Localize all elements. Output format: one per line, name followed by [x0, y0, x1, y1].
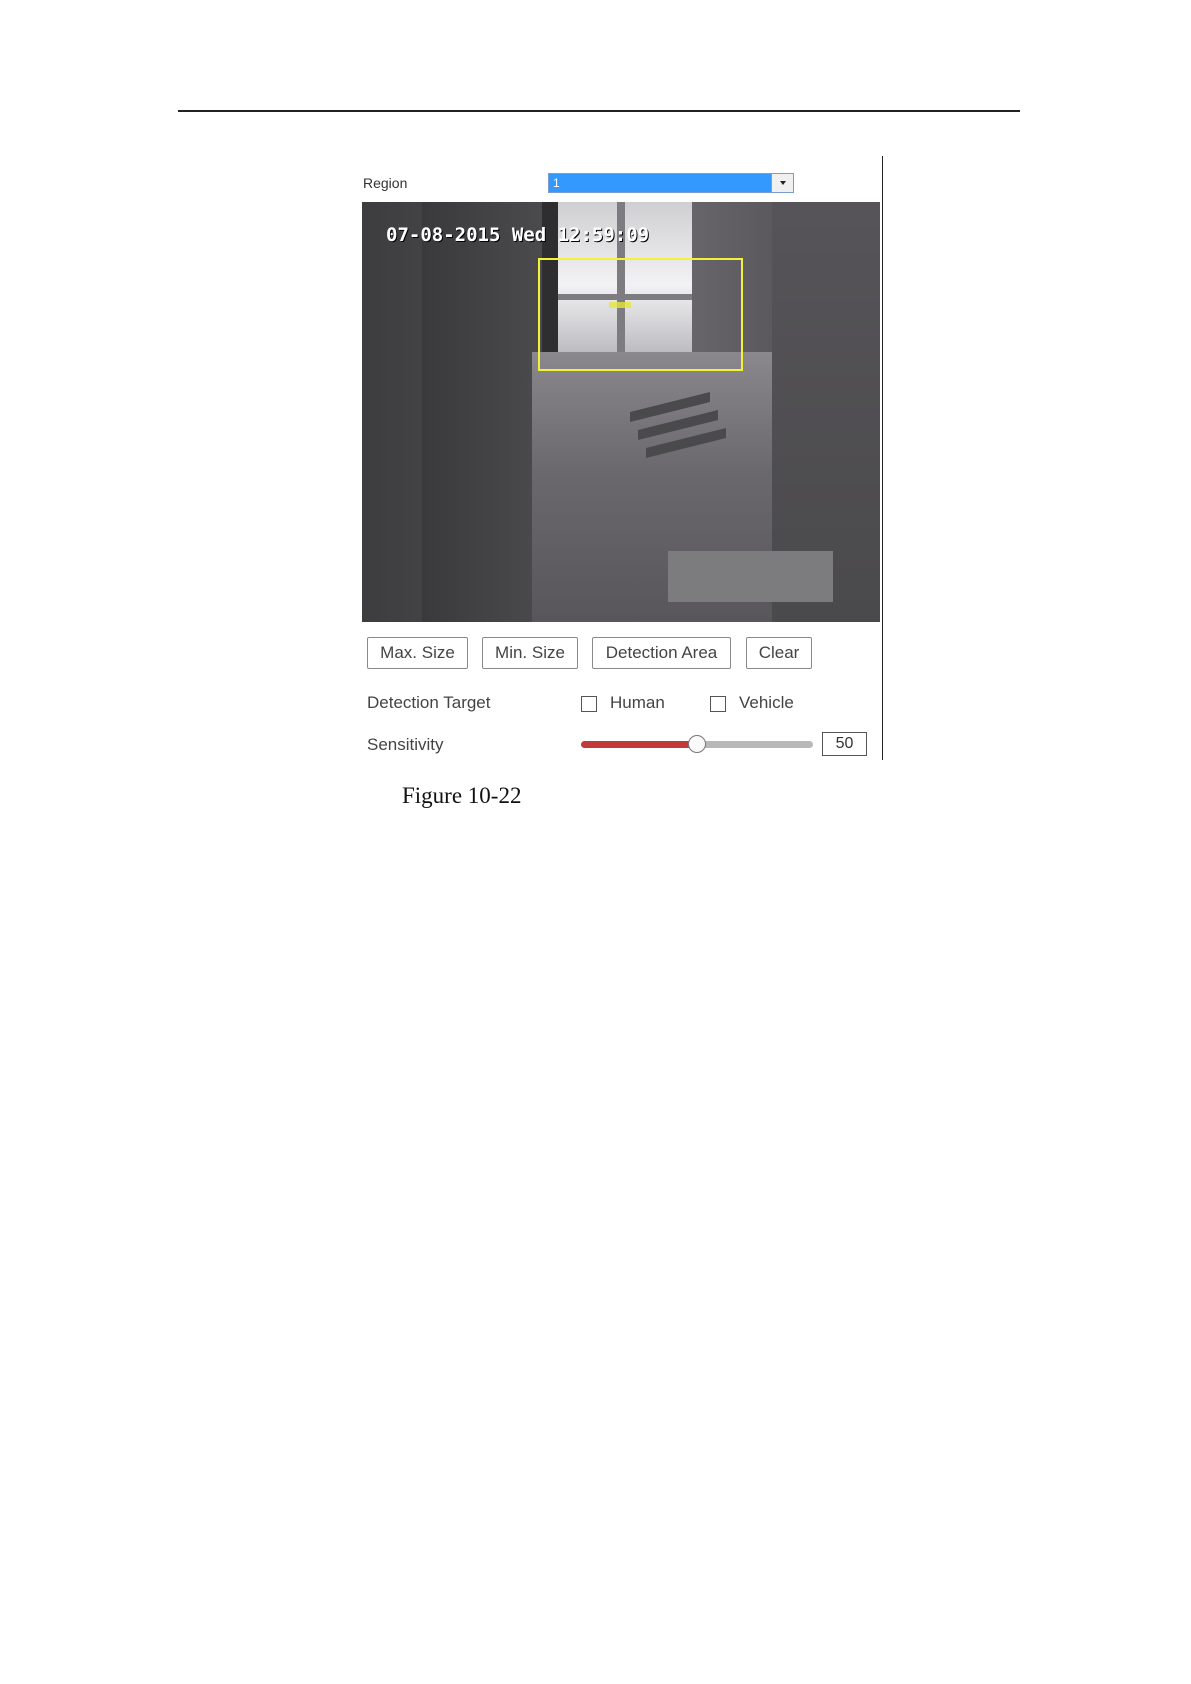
detection-area-button[interactable]: Detection Area [592, 637, 731, 669]
page-header-rule [178, 110, 1020, 112]
max-size-button[interactable]: Max. Size [367, 637, 468, 669]
live-video-view[interactable]: 07-08-2015 Wed 12:59:09 [362, 202, 880, 622]
vehicle-checkbox[interactable] [710, 696, 726, 712]
detection-target-label: Detection Target [367, 693, 491, 712]
sensitivity-slider-handle[interactable] [688, 735, 706, 753]
chevron-down-icon[interactable] [771, 174, 793, 192]
sensitivity-slider[interactable] [581, 735, 813, 753]
region-select-value: 1 [553, 176, 560, 190]
sensitivity-slider-fill [581, 741, 697, 748]
privacy-mask [668, 551, 833, 602]
min-size-button[interactable]: Min. Size [482, 637, 578, 669]
sensitivity-value-input[interactable] [822, 732, 867, 756]
osd-timestamp: 07-08-2015 Wed 12:59:09 [386, 224, 650, 246]
human-checkbox-label: Human [610, 693, 665, 712]
region-label: Region [363, 175, 408, 191]
clear-button[interactable]: Clear [746, 637, 812, 669]
human-checkbox[interactable] [581, 696, 597, 712]
region-select[interactable]: 1 [548, 173, 794, 193]
detection-region-marker [609, 302, 631, 308]
detection-region-box[interactable] [538, 258, 743, 371]
figure-caption: Figure 10-22 [402, 783, 522, 808]
sensitivity-label: Sensitivity [367, 735, 444, 754]
panel-border [882, 156, 883, 760]
vehicle-checkbox-label: Vehicle [739, 693, 794, 712]
